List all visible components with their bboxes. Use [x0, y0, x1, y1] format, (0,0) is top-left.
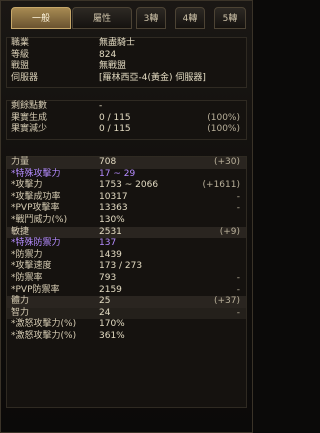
stats-extra: -	[236, 307, 240, 318]
stats-row: 力量 708 (+30)	[7, 157, 246, 169]
stats-extra: -	[236, 284, 240, 295]
stats-row: 體力 25 (+37)	[7, 296, 246, 308]
points-extra: (100%)	[207, 124, 240, 135]
tab-4th-class[interactable]: 4轉	[175, 7, 205, 29]
points-label: 果實生成	[11, 112, 48, 123]
stats-label: *PVP攻擊率	[11, 203, 60, 214]
stats-row: *PVP防禦率 2159 -	[7, 285, 246, 297]
stats-extra: -	[236, 203, 240, 214]
stats-label: *特殊攻擊力	[11, 168, 61, 179]
info-row: 等級 824	[7, 50, 246, 62]
stats-label: 體力	[11, 296, 30, 307]
tab-bar: 一般 屬性 3轉 4轉 5轉	[5, 7, 248, 29]
stats-row: 智力 24 -	[7, 307, 246, 320]
stats-value: 708	[99, 157, 117, 167]
points-extra: (100%)	[207, 112, 240, 123]
stats-value: 2531	[99, 226, 122, 237]
stats-extra: (+9)	[219, 226, 240, 237]
stats-value: 361%	[99, 330, 125, 341]
stats-label: *激怒攻擊力(%)	[11, 330, 77, 341]
stats-label: 力量	[11, 157, 30, 167]
stats-row: 敏捷 2531 (+9)	[7, 226, 246, 239]
info-row: 伺服器 [羅林西亞-4(黃金) 伺服器]	[7, 73, 246, 85]
tab-5th-class[interactable]: 5轉	[214, 7, 246, 29]
stats-value: 25	[99, 296, 111, 307]
points-row: 剩餘點數 -	[7, 101, 246, 113]
stats-value: 17 ~ 29	[99, 168, 136, 179]
points-label: 剩餘點數	[11, 101, 48, 111]
points-section: 剩餘點數 - 果實生成 0 / 115 (100%) 果實減少 0 / 115 (100%)	[6, 100, 247, 140]
stats-row: *激怒攻擊力(%) 361%	[7, 331, 246, 343]
stats-row: *攻擊速度 173 / 273	[7, 261, 246, 273]
stats-value: 24	[99, 307, 111, 318]
character-info-panel: 一般 屬性 3轉 4轉 5轉 職業 無盡騎士等級 824 戰盟 無戰盟伺服器 [羅林西亞-…	[0, 0, 253, 433]
points-row: 果實生成 0 / 115 (100%)	[7, 113, 246, 125]
info-value: 無戰盟	[99, 61, 127, 72]
stats-extra: -	[236, 272, 240, 283]
stats-row: *攻擊成功率 10317 -	[7, 192, 246, 204]
stats-value: 1753 ~ 2066	[99, 180, 159, 191]
info-row: 戰盟 無戰盟	[7, 61, 246, 73]
stats-value: 2159	[99, 284, 122, 295]
info-label: 職業	[11, 38, 30, 48]
stats-extra: (+37)	[213, 296, 240, 307]
info-label: 伺服器	[11, 72, 39, 83]
stats-row: *特殊防禦力 137	[7, 238, 246, 250]
info-row: 職業 無盡騎士	[7, 38, 246, 50]
stats-row: *攻擊力 1753 ~ 2066 (+1611)	[7, 180, 246, 192]
stats-label: *攻擊速度	[11, 261, 52, 272]
info-value: 824	[99, 49, 117, 60]
info-label: 等級	[11, 49, 30, 60]
tab-attributes[interactable]: 屬性	[72, 7, 132, 29]
stats-row: *防禦率 793 -	[7, 273, 246, 285]
stats-label: 敏捷	[11, 226, 30, 237]
stats-label: *防禦率	[11, 272, 43, 283]
info-section: 職業 無盡騎士等級 824 戰盟 無戰盟伺服器 [羅林西亞-4(黃金) 伺服器]	[6, 37, 247, 88]
stats-label: *激怒攻擊力(%)	[11, 319, 77, 330]
stats-label: *特殊防禦力	[11, 238, 61, 249]
stats-value: 1439	[99, 249, 122, 260]
stats-label: *戰鬥威力(%)	[11, 214, 68, 225]
points-label: 果實減少	[11, 124, 48, 135]
points-value: 0 / 115	[99, 124, 131, 135]
stats-label: *防禦力	[11, 249, 43, 260]
tab-3rd-class[interactable]: 3轉	[136, 7, 166, 29]
stats-extra: -	[236, 191, 240, 202]
stats-extra: (+30)	[213, 157, 240, 167]
stats-value: 10317	[99, 191, 128, 202]
stats-value: 13363	[99, 203, 128, 214]
points-value: 0 / 115	[99, 112, 131, 123]
stats-row: *特殊攻擊力 17 ~ 29	[7, 169, 246, 181]
info-label: 戰盟	[11, 61, 30, 72]
stats-label: *攻擊成功率	[11, 191, 61, 202]
stats-label: 智力	[11, 307, 30, 318]
stats-label: *攻擊力	[11, 180, 43, 191]
stats-row: *防禦力 1439	[7, 250, 246, 262]
stats-value: 793	[99, 272, 117, 283]
info-value: [羅林西亞-4(黃金) 伺服器]	[99, 72, 206, 83]
stats-value: 137	[99, 238, 117, 249]
stats-row: *激怒攻擊力(%) 170%	[7, 319, 246, 331]
stats-label: *PVP防禦率	[11, 284, 60, 295]
stats-value: 170%	[99, 319, 125, 330]
info-value: 無盡騎士	[99, 38, 136, 48]
points-value: -	[99, 101, 103, 111]
tab-general[interactable]: 一般	[11, 7, 71, 29]
stats-value: 130%	[99, 214, 125, 225]
stats-extra: (+1611)	[202, 180, 240, 191]
stats-row: *PVP攻擊率 13363 -	[7, 203, 246, 215]
stats-section: 力量 708 (+30) *特殊攻擊力 17 ~ 29 *攻擊力 1753 ~ 2066 (+…	[6, 156, 247, 408]
stats-value: 173 / 273	[99, 261, 143, 272]
stats-row: *戰鬥威力(%) 130%	[7, 215, 246, 227]
points-row: 果實減少 0 / 115 (100%)	[7, 124, 246, 136]
